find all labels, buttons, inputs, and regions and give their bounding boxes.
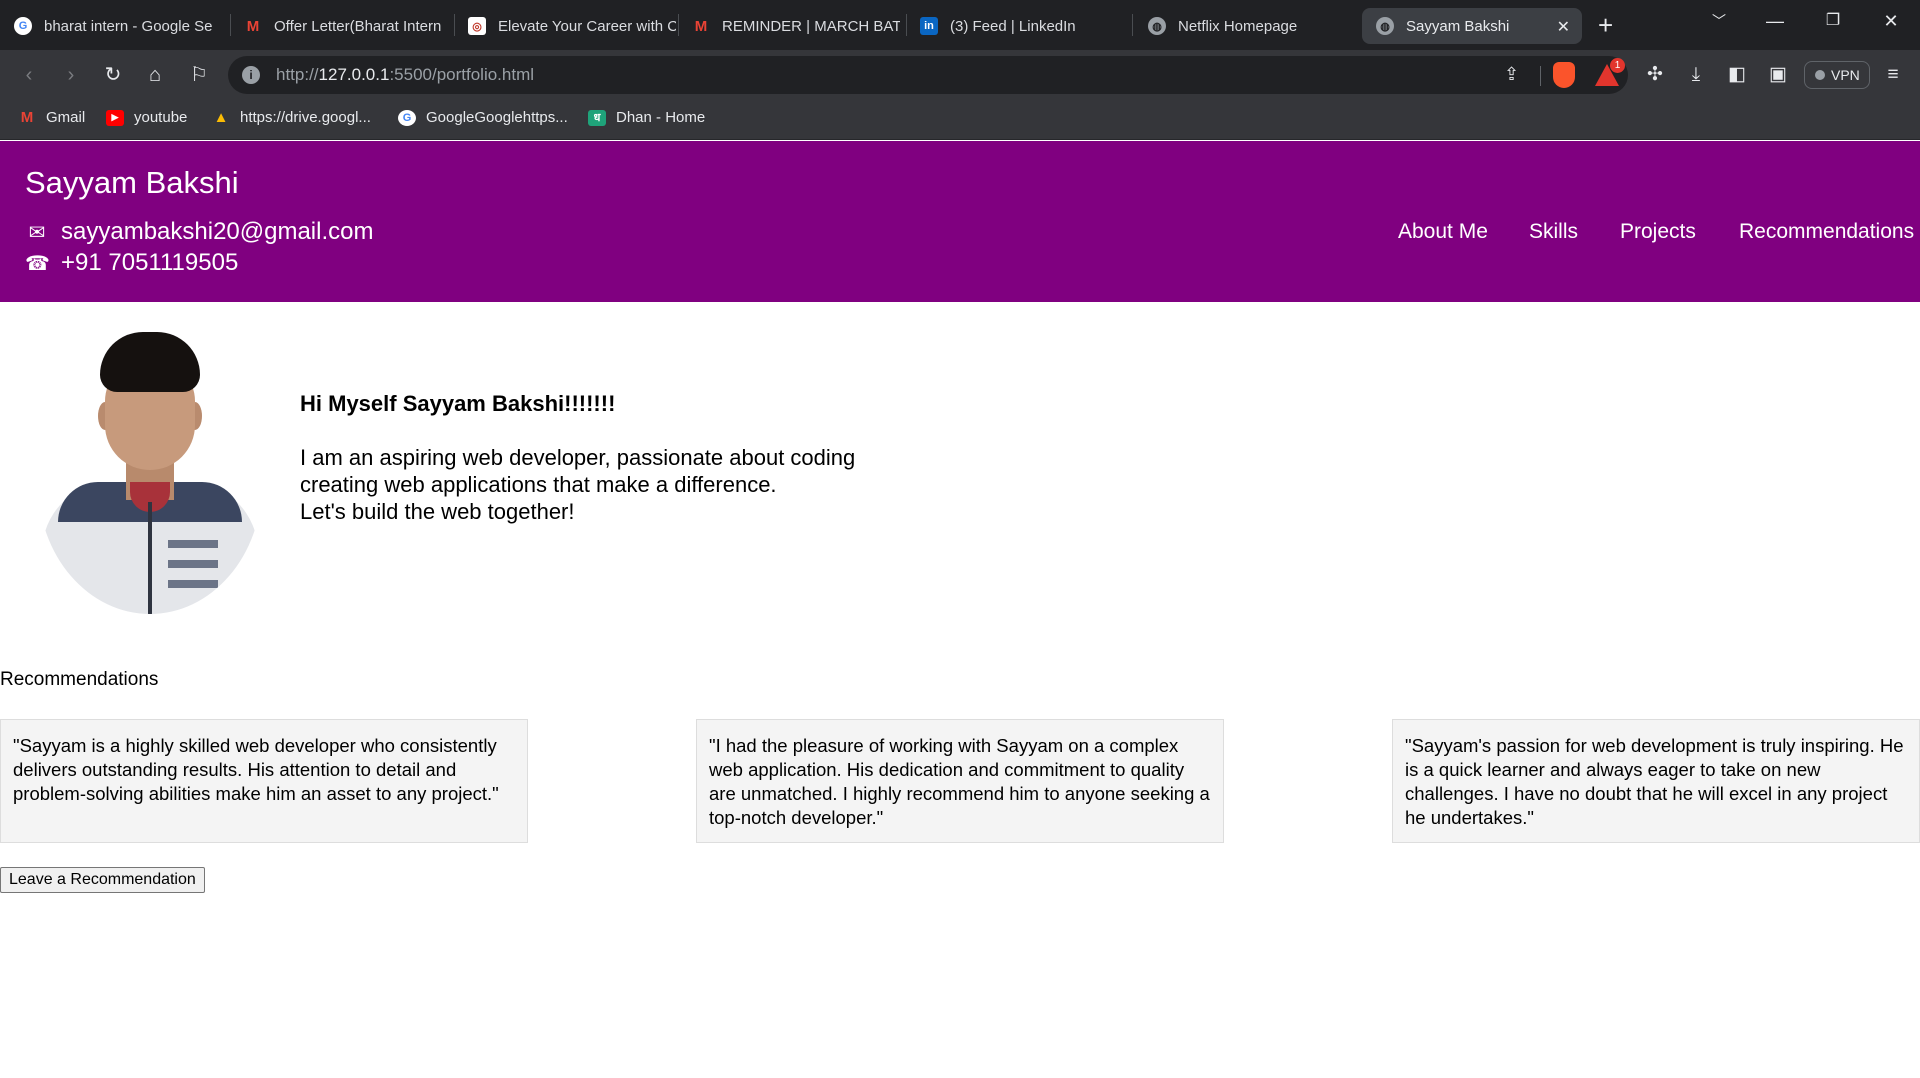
site-icon: ◎ [468, 17, 486, 35]
bookmark-label: Dhan - Home [616, 109, 706, 126]
bookmark-youtube[interactable]: ▶ youtube [106, 109, 187, 126]
url-divider [1540, 66, 1541, 86]
tab-title: Offer Letter(Bharat Intern [274, 17, 442, 35]
vpn-button[interactable]: VPN [1804, 61, 1870, 89]
google-icon: G [398, 109, 416, 126]
brave-shields-icon[interactable] [1553, 62, 1575, 88]
bookmark-dhan[interactable]: ध Dhan - Home [588, 109, 705, 126]
recommendation-card: "Sayyam's passion for web development is… [1392, 719, 1920, 843]
bookmark-gmail[interactable]: M Gmail [18, 109, 85, 126]
tab-title: Netflix Homepage [1178, 17, 1298, 35]
tab-title: (3) Feed | LinkedIn [950, 17, 1076, 35]
recommendation-card: "Sayyam is a highly skilled web develope… [0, 719, 528, 843]
profile-photo [38, 332, 262, 614]
tab-title: Sayyam Bakshi [1406, 17, 1510, 35]
youtube-icon: ▶ [106, 109, 124, 126]
browser-tab-bar: G bharat intern - Google Se M Offer Lett… [0, 0, 1920, 50]
browser-tab[interactable]: G bharat intern - Google Se [0, 8, 228, 44]
browser-tab[interactable]: M REMINDER | MARCH BATC [678, 8, 900, 44]
drive-icon: ▲ [213, 109, 229, 126]
wallet-icon[interactable]: ▣ [1765, 62, 1791, 88]
browser-toolbar: ‹ › ↻ ⌂ ⚐ i http://127.0.0.1:5500/portfo… [0, 50, 1920, 100]
intro-line: creating web applications that make a di… [300, 472, 777, 497]
bookmarks-bar: M Gmail ▶ youtube ▲ https://drive.googl.… [0, 100, 1920, 140]
url-text[interactable]: http://127.0.0.1:5500/portfolio.html [276, 65, 534, 85]
new-tab-icon[interactable]: + [1598, 10, 1613, 40]
home-icon[interactable]: ⌂ [142, 62, 168, 88]
sidebar-icon[interactable]: ◧ [1724, 62, 1750, 88]
recommendation-card: "I had the pleasure of working with Sayy… [696, 719, 1224, 843]
bookmark-label: Gmail [46, 109, 86, 126]
nav-projects[interactable]: Projects [1620, 220, 1696, 244]
nav-skills[interactable]: Skills [1529, 220, 1578, 244]
tab-divider [1132, 14, 1133, 36]
google-icon: G [14, 17, 32, 35]
gmail-icon: M [694, 17, 708, 35]
bookmark-google[interactable]: G GoogleGooglehttps... [398, 109, 568, 126]
window-close-icon[interactable]: ✕ [1868, 6, 1914, 36]
gmail-icon: M [246, 17, 260, 35]
back-icon[interactable]: ‹ [16, 62, 42, 88]
download-icon[interactable]: ⤓ [1683, 62, 1709, 88]
url-path: :5500/portfolio.html [389, 65, 535, 84]
photo-stripe [168, 540, 218, 548]
nav-about-me[interactable]: About Me [1398, 220, 1488, 244]
browser-tab[interactable]: M Offer Letter(Bharat Intern [230, 8, 452, 44]
url-host: 127.0.0.1 [318, 65, 390, 84]
bookmark-label: youtube [134, 109, 188, 126]
tab-title: bharat intern - Google Se [44, 17, 213, 35]
globe-icon: ◍ [1148, 17, 1166, 35]
minimize-icon[interactable]: — [1752, 6, 1798, 36]
info-icon[interactable]: i [242, 66, 260, 84]
phone-icon: ☎ [25, 252, 50, 275]
browser-tab-active[interactable]: ◍ Sayyam Bakshi ✕ [1362, 8, 1582, 44]
photo-stripe [168, 560, 218, 568]
site-name: Sayyam Bakshi [25, 165, 239, 200]
close-icon[interactable]: ✕ [1557, 17, 1570, 37]
nav-recommendations[interactable]: Recommendations [1739, 220, 1914, 244]
share-icon[interactable]: ⇪ [1504, 64, 1519, 85]
extensions-icon[interactable]: ✣ [1642, 62, 1668, 88]
contact-email: ✉ sayyambakshi20@gmail.com [25, 218, 374, 246]
linkedin-icon: in [920, 17, 938, 35]
leave-recommendation-button[interactable]: Leave a Recommendation [0, 867, 205, 893]
bookmark-drive[interactable]: ▲ https://drive.googl... [212, 109, 371, 126]
bookmark-icon[interactable]: ⚐ [186, 62, 212, 88]
contact-phone: ☎ +91 7051119505 [25, 249, 238, 277]
globe-icon: ◍ [1376, 17, 1394, 35]
intro-line: Let's build the web together! [300, 499, 575, 524]
email-text: sayyambakshi20@gmail.com [61, 218, 374, 245]
dhan-icon: ध [588, 109, 606, 126]
tab-title: Elevate Your Career with C [498, 17, 676, 35]
envelope-icon: ✉ [28, 221, 46, 244]
bookmark-label: GoogleGooglehttps... [426, 109, 568, 126]
phone-text: +91 7051119505 [61, 249, 239, 276]
tab-search-icon[interactable]: ﹀ [1696, 6, 1742, 36]
tab-title: REMINDER | MARCH BATC [722, 17, 900, 35]
bookmark-label: https://drive.googl... [240, 109, 371, 126]
restore-icon[interactable]: ❐ [1810, 6, 1856, 36]
rewards-badge: 1 [1610, 58, 1625, 73]
photo-zip [148, 502, 152, 614]
site-header: Sayyam Bakshi ✉ sayyambakshi20@gmail.com… [0, 141, 1920, 302]
intro-line: I am an aspiring web developer, passiona… [300, 445, 856, 470]
gmail-icon: M [20, 109, 34, 126]
reload-icon[interactable]: ↻ [100, 62, 126, 88]
photo-hair [100, 332, 200, 392]
browser-tab[interactable]: ◍ Netflix Homepage [1134, 8, 1356, 44]
url-prefix: http:// [276, 65, 319, 84]
browser-tab[interactable]: ◎ Elevate Your Career with C [454, 8, 676, 44]
forward-icon[interactable]: › [58, 62, 84, 88]
recommendations-heading: Recommendations [0, 669, 159, 690]
intro-greeting: Hi Myself Sayyam Bakshi!!!!!!! [300, 391, 616, 416]
browser-tab[interactable]: in (3) Feed | LinkedIn [906, 8, 1128, 44]
photo-stripe [168, 580, 218, 588]
menu-icon[interactable]: ≡ [1880, 62, 1906, 88]
portfolio-page: Sayyam Bakshi ✉ sayyambakshi20@gmail.com… [0, 141, 1920, 1078]
address-bar[interactable]: i http://127.0.0.1:5500/portfolio.html ⇪ [228, 56, 1628, 94]
